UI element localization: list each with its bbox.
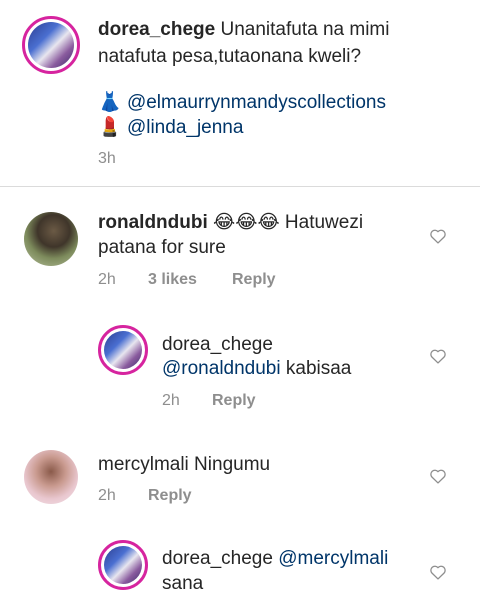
lipstick-emoji: 💄 [98, 117, 122, 138]
reply-avatar[interactable] [98, 325, 148, 375]
caption-credit-dress: 👗 @elmaurrynmandyscollections [98, 90, 386, 115]
comment-timestamp: 2h [98, 271, 116, 288]
comment-likes-count[interactable]: 3 likes [148, 271, 197, 289]
commenter-avatar[interactable] [24, 212, 78, 266]
mention-link[interactable]: @elmaurrynmandyscollections [127, 92, 386, 113]
mention-link[interactable]: @linda_jenna [127, 117, 244, 138]
comment-username[interactable]: ronaldndubi [98, 212, 208, 233]
caption-credit-lipstick: 💄 @linda_jenna [98, 115, 243, 140]
avatar-image [28, 22, 74, 68]
avatar-image [104, 331, 142, 369]
reply-line-2: sana [162, 571, 203, 596]
likes-label: 3 likes [148, 271, 197, 288]
reply-line-1: dorea_chege [162, 332, 273, 357]
caption-text-part-2: natafuta pesa,tutaonana kweli? [98, 46, 362, 67]
heart-outline-icon[interactable] [429, 348, 447, 364]
reply-username[interactable]: dorea_chege [162, 334, 273, 355]
caption-username[interactable]: dorea_chege [98, 19, 215, 40]
caption-line-1: dorea_chege Unanitafuta na mimi [98, 17, 389, 42]
comment-line-1: mercylmali Ningumu [98, 452, 270, 477]
comment-line-1: ronaldndubi 😂😂😂 Hatuwezi [98, 210, 363, 235]
caption-timestamp: 3h [98, 150, 116, 167]
reply-label: Reply [148, 487, 192, 504]
divider [0, 186, 480, 187]
reply-label: Reply [232, 271, 276, 288]
reply-label: Reply [212, 392, 256, 409]
reply-line-1: dorea_chege @mercylmali [162, 546, 388, 571]
reply-username[interactable]: dorea_chege [162, 548, 273, 569]
comment-timestamp: 2h [98, 487, 116, 504]
reply-text: kabisaa [280, 358, 352, 379]
comment-text: Ningumu [188, 454, 271, 475]
comment-username[interactable]: mercylmali [98, 454, 189, 475]
caption-avatar[interactable] [22, 16, 80, 74]
mention-link[interactable]: @ronaldndubi [162, 358, 281, 379]
comment-text: 😂😂😂 Hatuwezi [213, 212, 364, 233]
reply-avatar[interactable] [98, 540, 148, 590]
post-caption: dorea_chege Unanitafuta na mimi natafuta… [0, 0, 480, 186]
commenter-avatar[interactable] [24, 450, 78, 504]
reply-text: sana [162, 573, 204, 594]
caption-text-part-1: Unanitafuta na mimi [215, 19, 390, 40]
dress-emoji: 👗 [98, 92, 122, 113]
heart-outline-icon[interactable] [429, 228, 447, 244]
comment-line-2: patana for sure [98, 235, 226, 260]
avatar-image [104, 546, 142, 584]
reply-line-2: @ronaldndubi kabisaa [162, 356, 351, 381]
heart-outline-icon[interactable] [429, 468, 447, 484]
heart-outline-icon[interactable] [429, 564, 447, 580]
comment-text-continued: patana for sure [98, 237, 226, 258]
caption-line-2: natafuta pesa,tutaonana kweli? [98, 44, 361, 69]
reply-button[interactable]: Reply [232, 271, 276, 289]
reply-button[interactable]: Reply [212, 392, 256, 410]
mention-link[interactable]: @mercylmali [278, 548, 388, 569]
reply-timestamp: 2h [162, 392, 180, 409]
reply-button[interactable]: Reply [148, 487, 192, 505]
